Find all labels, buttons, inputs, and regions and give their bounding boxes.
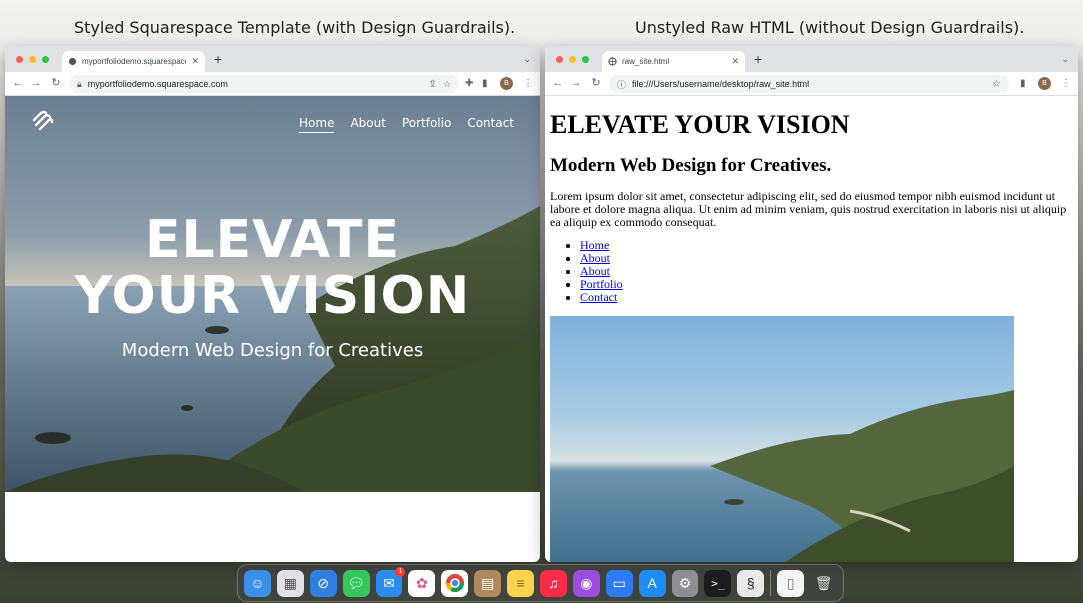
site-nav: Home About Portfolio Contact — [299, 116, 514, 133]
keynote-icon[interactable]: ▭ — [605, 569, 633, 597]
left-caption: Styled Squarespace Template (with Design… — [74, 18, 516, 37]
forward-icon[interactable]: → — [569, 76, 583, 90]
window-controls — [556, 56, 589, 63]
launchpad-icon[interactable]: ▦ — [276, 569, 304, 597]
hero-subtitle: Modern Web Design for Creatives — [121, 340, 424, 361]
globe-favicon-icon — [608, 57, 617, 66]
page-viewport: Home About Portfolio Contact ELEVATE YOU… — [5, 96, 540, 562]
browser-tab[interactable]: raw_site.html ✕ — [602, 51, 745, 72]
lock-icon: 🔒︎ — [77, 78, 82, 89]
zoom-window-button[interactable] — [42, 56, 49, 63]
profile-avatar[interactable]: B — [1038, 77, 1051, 90]
squarespace-favicon-icon — [68, 57, 77, 66]
url-text: file:///Users/username/desktop/raw_site.… — [632, 79, 810, 89]
back-icon[interactable]: ← — [551, 76, 565, 90]
tab-title: myportfoliodemo.squarespace — [82, 57, 187, 66]
menu-kebab-icon[interactable]: ⋮ — [1061, 77, 1071, 91]
tab-search-chevron-icon[interactable]: ⌄ — [523, 54, 531, 65]
nav-portfolio[interactable]: Portfolio — [402, 116, 451, 133]
list-item: About — [580, 252, 1073, 265]
link-about[interactable]: About — [580, 251, 610, 265]
dock-separator — [770, 570, 772, 596]
photos-icon[interactable]: ✿ — [408, 569, 436, 597]
profile-avatar[interactable]: B — [500, 77, 513, 90]
link-home[interactable]: Home — [580, 238, 609, 252]
hero-section: Home About Portfolio Contact ELEVATE YOU… — [5, 96, 540, 492]
link-contact[interactable]: Contact — [580, 290, 617, 304]
browser-window-raw-html: raw_site.html ✕ + ⌄ ← → ↻ ⓘ file:///User… — [545, 46, 1078, 562]
info-icon: ⓘ — [617, 79, 627, 90]
minimize-window-button[interactable] — [569, 56, 576, 63]
page-heading: ELEVATE YOUR VISION — [550, 110, 850, 139]
link-list: Home About About Portfolio Contact — [550, 239, 1073, 304]
document-icon[interactable]: ▯ — [777, 569, 805, 597]
lorem-paragraph: Lorem ipsum dolor sit amet, consectetur … — [550, 189, 1067, 229]
nav-home[interactable]: Home — [299, 116, 335, 133]
list-item: Contact — [580, 291, 1073, 304]
messages-icon[interactable]: 💬︎ — [342, 569, 370, 597]
right-caption: Unstyled Raw HTML (without Design Guardr… — [635, 18, 1025, 37]
browser-toolbar: ← → ↻ ⓘ file:///Users/username/desktop/r… — [545, 72, 1078, 96]
podcasts-icon[interactable]: ◉ — [572, 569, 600, 597]
tab-search-chevron-icon[interactable]: ⌄ — [1061, 54, 1069, 65]
reload-icon[interactable]: ↻ — [49, 76, 63, 90]
music-icon[interactable]: ♫ — [540, 569, 567, 597]
chrome-icon[interactable] — [441, 569, 469, 597]
address-bar[interactable]: ⓘ file:///Users/username/desktop/raw_sit… — [609, 75, 1009, 93]
notes-app-icon[interactable]: ▤ — [474, 569, 502, 597]
page-viewport: ELEVATE YOUR VISION Modern Web Design fo… — [545, 96, 1078, 562]
safari-icon[interactable]: ⊘ — [309, 569, 337, 597]
link-portfolio[interactable]: Portfolio — [580, 277, 623, 291]
address-bar[interactable]: 🔒︎ myportfoliodemo.squarespace.com ⇪ ☆ — [69, 75, 459, 93]
squarespace-icon[interactable]: § — [737, 569, 765, 597]
close-tab-icon[interactable]: ✕ — [731, 56, 739, 67]
hero-title-line-2: YOUR VISION — [74, 266, 471, 326]
zoom-window-button[interactable] — [582, 56, 589, 63]
notes-icon[interactable]: ≡ — [507, 569, 535, 597]
extensions-icon[interactable]: ✚ — [465, 77, 473, 91]
back-icon[interactable]: ← — [11, 76, 25, 90]
page-subheading: Modern Web Design for Creatives. — [550, 155, 832, 176]
menu-kebab-icon[interactable]: ⋮ — [523, 77, 533, 91]
link-about-duplicate[interactable]: About — [580, 264, 610, 278]
browser-window-squarespace: myportfoliodemo.squarespace ✕ + ⌄ ← → ↻ … — [5, 46, 540, 562]
new-tab-icon[interactable]: + — [214, 51, 222, 67]
system-settings-icon[interactable]: ⚙ — [671, 569, 699, 597]
nav-contact[interactable]: Contact — [467, 116, 514, 133]
coastline-image — [550, 316, 1014, 562]
terminal-icon[interactable]: >_ — [704, 569, 732, 597]
window-controls — [16, 56, 49, 63]
trash-icon[interactable]: 🗑︎ — [810, 570, 837, 597]
nav-about[interactable]: About — [350, 116, 385, 133]
url-text: myportfoliodemo.squarespace.com — [87, 79, 228, 89]
browser-toolbar: ← → ↻ 🔒︎ myportfoliodemo.squarespace.com… — [5, 72, 540, 96]
forward-icon[interactable]: → — [29, 76, 43, 90]
close-window-button[interactable] — [16, 56, 23, 63]
finder-icon[interactable]: ☺ — [244, 569, 271, 597]
bookmark-star-icon[interactable]: ☆ — [992, 79, 1001, 90]
macos-dock: ☺ ▦ ⊘ 💬︎ ✉ 1 ✿ ▤ ≡ ♫ ◉ ▭ A ⚙ >_ § ▯ 🗑︎ — [237, 564, 844, 602]
mail-icon[interactable]: ✉ 1 — [375, 566, 406, 597]
reload-icon[interactable]: ↻ — [589, 76, 603, 90]
list-item: Portfolio — [580, 278, 1073, 291]
close-window-button[interactable] — [556, 56, 563, 63]
minimize-window-button[interactable] — [29, 56, 36, 63]
bookmark-star-icon[interactable]: ☆ — [443, 79, 451, 90]
hero-title-line-1: ELEVATE — [144, 210, 401, 270]
app-store-icon[interactable]: A — [638, 569, 666, 597]
side-panel-icon[interactable]: ▮ — [482, 77, 488, 91]
mail-badge: 1 — [395, 566, 406, 577]
tab-title: raw_site.html — [622, 57, 670, 66]
browser-tab[interactable]: myportfoliodemo.squarespace ✕ — [62, 51, 205, 72]
list-item: Home — [580, 239, 1073, 252]
tab-strip: raw_site.html ✕ + ⌄ — [545, 46, 1078, 72]
share-icon[interactable]: ⇪ — [429, 79, 437, 90]
list-item: About — [580, 265, 1073, 278]
new-tab-icon[interactable]: + — [754, 51, 762, 67]
side-panel-icon[interactable]: ▮ — [1020, 77, 1026, 91]
hero-title: ELEVATE YOUR VISION — [5, 212, 540, 324]
close-tab-icon[interactable]: ✕ — [191, 56, 199, 67]
tab-strip: myportfoliodemo.squarespace ✕ + ⌄ — [5, 46, 540, 72]
